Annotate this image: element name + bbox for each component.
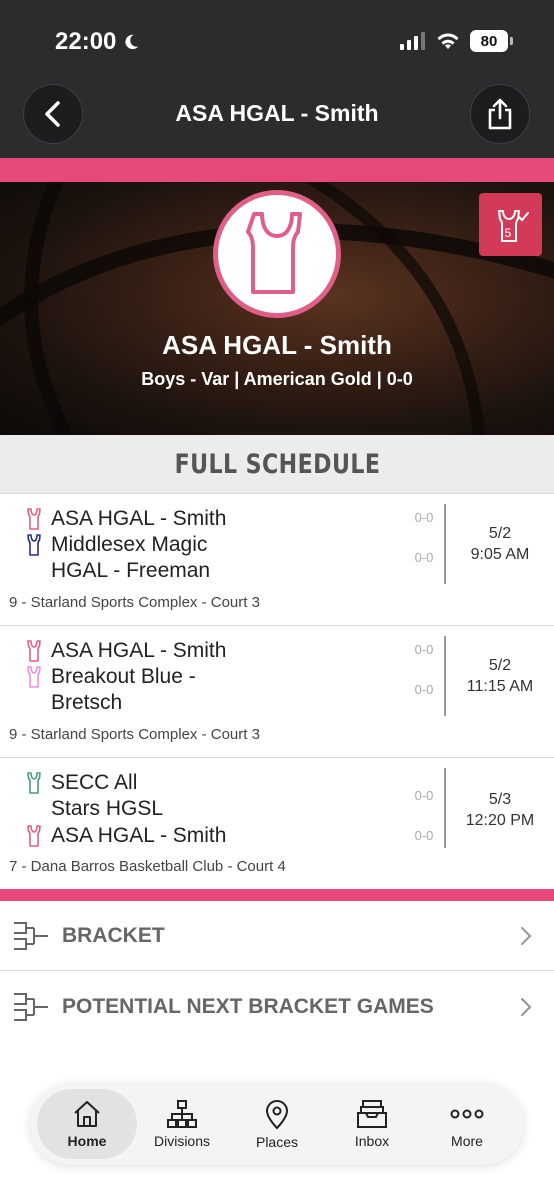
game-date: 5/3 <box>488 791 512 808</box>
game-venue: 7 - Dana Barros Basketball Club - Court … <box>9 858 286 875</box>
game-team: Breakout Blue - Bretsch <box>24 664 211 716</box>
bracket-row[interactable]: BRACKET <box>0 901 554 971</box>
tab-more[interactable]: More <box>417 1089 517 1159</box>
badge-number: 5 <box>504 226 511 240</box>
bracket-icon <box>14 993 48 1021</box>
battery-indicator: 80 <box>470 30 513 52</box>
jersey-icon <box>27 508 41 530</box>
divisions-icon <box>167 1100 197 1128</box>
game-time: 12:20 PM <box>465 812 535 829</box>
accent-band <box>0 158 554 182</box>
location-pin-icon <box>265 1100 289 1130</box>
more-dots-icon <box>450 1109 484 1119</box>
game-card[interactable]: ASA HGAL - Smith Middlesex Magic HGAL - … <box>0 494 554 626</box>
team-subtitle: Boys - Var | American Gold | 0-0 <box>141 369 413 389</box>
team-logo <box>213 190 341 318</box>
game-date: 5/2 <box>488 525 512 542</box>
jersey-icon <box>27 666 41 688</box>
bracket-icon <box>14 921 48 950</box>
roster-badge-button[interactable]: 5 <box>479 193 542 256</box>
team-score: 0-0 <box>414 642 434 657</box>
tab-places[interactable]: Places <box>227 1089 327 1159</box>
moon-icon <box>125 34 139 50</box>
game-team: ASA HGAL - Smith <box>24 506 311 532</box>
jersey-icon <box>27 825 41 847</box>
game-team: ASA HGAL - Smith <box>24 823 311 849</box>
chevron-right-icon <box>520 926 532 945</box>
game-time: 9:05 AM <box>470 546 530 563</box>
schedule-header: FULL SCHEDULE <box>0 435 554 494</box>
game-card[interactable]: ASA HGAL - Smith Breakout Blue - Bretsch… <box>0 626 554 758</box>
signal-icon <box>400 32 425 50</box>
jersey-icon <box>27 534 41 556</box>
game-venue: 9 - Starland Sports Complex - Court 3 <box>9 726 260 743</box>
wifi-icon <box>437 33 459 49</box>
tab-home[interactable]: Home <box>37 1089 137 1159</box>
team-score: 0-0 <box>414 828 434 843</box>
team-score: 0-0 <box>414 550 434 565</box>
jersey-icon <box>246 212 302 294</box>
tab-bar: Home Divisions Places Inbox More <box>30 1083 524 1165</box>
team-score: 0-0 <box>414 682 434 697</box>
top-bar: 22:00 80 ASA HGAL - Smith <box>0 0 554 158</box>
team-score: 0-0 <box>414 510 434 525</box>
game-team: Middlesex Magic HGAL - Freeman <box>24 532 251 584</box>
game-time: 11:15 AM <box>466 678 534 695</box>
accent-band <box>0 889 554 901</box>
home-icon <box>74 1101 100 1127</box>
potential-bracket-games-row[interactable]: POTENTIAL NEXT BRACKET GAMES <box>0 972 554 1042</box>
chevron-right-icon <box>520 997 532 1017</box>
team-name: ASA HGAL - Smith <box>162 330 392 360</box>
share-button[interactable] <box>470 84 530 144</box>
game-team: SECC All Stars HGSL <box>24 770 191 822</box>
status-time: 22:00 <box>55 28 140 56</box>
game-team: ASA HGAL - Smith <box>24 638 311 664</box>
jersey-icon <box>27 772 41 794</box>
game-date: 5/2 <box>488 657 512 674</box>
tab-divisions[interactable]: Divisions <box>132 1089 232 1159</box>
team-score: 0-0 <box>414 788 434 803</box>
inbox-icon <box>357 1100 387 1128</box>
game-venue: 9 - Starland Sports Complex - Court 3 <box>9 594 260 611</box>
team-hero: 5 ASA HGAL - Smith Boys - Var | American… <box>0 182 554 435</box>
status-icons: 80 <box>400 30 513 52</box>
tab-inbox[interactable]: Inbox <box>322 1089 422 1159</box>
share-icon <box>488 98 512 130</box>
jersey-check-icon: 5 <box>497 209 529 242</box>
jersey-icon <box>27 640 41 662</box>
game-card[interactable]: SECC All Stars HGSL ASA HGAL - Smith 0-0… <box>0 758 554 890</box>
